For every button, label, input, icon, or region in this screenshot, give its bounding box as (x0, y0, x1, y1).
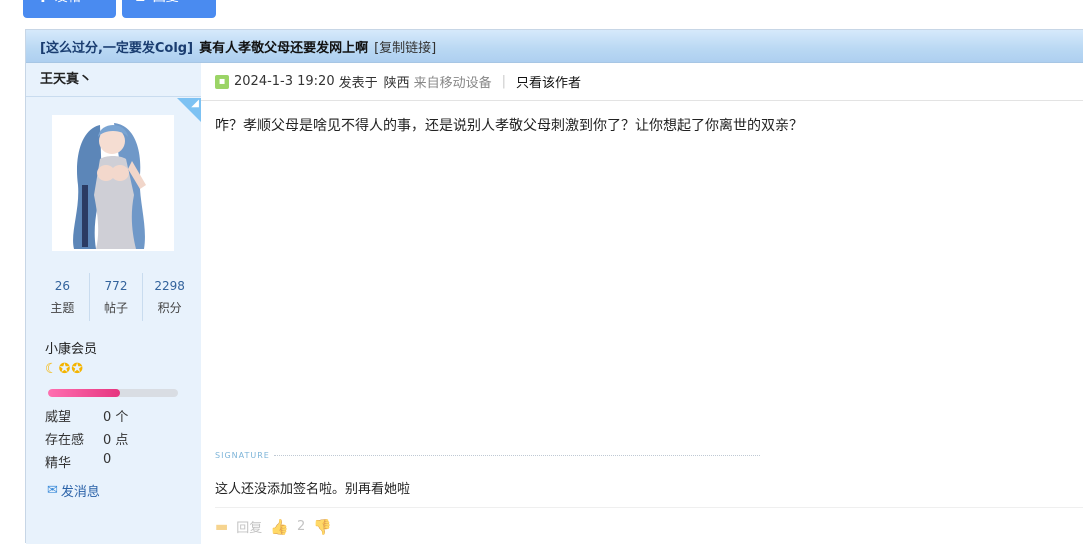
like-count: 2 (296, 519, 306, 534)
avatar[interactable] (52, 115, 174, 251)
prop-presence: 存在感 0 点 (45, 429, 128, 448)
thumb-up-icon[interactable]: 👍 (270, 518, 289, 536)
post-actions: ▬ 回复 👍 2 👎 (215, 507, 1083, 545)
signature-title: SIGNATURE (215, 451, 270, 460)
thread-category-tag[interactable]: [这么过分,一定要发Colg] (40, 37, 193, 56)
avatar-image (52, 115, 174, 251)
post-message: 咋？孝顺父母是啥见不得人的事，还是说别人孝敬父母刺激到你了？让你想起了你离世的双… (215, 118, 803, 134)
top-toolbar: ✚ 发帖 ▰ 回复 (0, 0, 1083, 24)
signature-header: SIGNATURE (215, 451, 760, 460)
stat-label: 积分 (157, 301, 182, 315)
star-icon: ✪ (58, 361, 71, 377)
author-sidebar: 王天真丶 ◢ 26 主题 772 帖子 2298 积分 小康会员 ☾ ✪ ✪ 威… (26, 63, 201, 544)
posted-at-label: 发表于 (338, 76, 378, 91)
thumb-down-icon[interactable]: 👎 (313, 518, 332, 536)
moon-icon: ☾ (45, 361, 58, 377)
prop-digest: 精华 0 (45, 452, 111, 471)
prop-prestige: 威望 0 个 (45, 406, 128, 425)
user-group[interactable]: 小康会员 (45, 338, 97, 357)
reply-button[interactable]: ▰ 回复 (122, 0, 216, 18)
online-status-icon: ▪ (215, 74, 229, 89)
level-stars: ☾ ✪ ✪ (45, 361, 83, 377)
reply-action[interactable]: 回复 (236, 517, 262, 536)
post-location: 陕西 (383, 76, 410, 91)
post-device: 来自移动设备 (413, 76, 492, 91)
send-message-label: 发消息 (60, 485, 100, 500)
thread-title-bar: [这么过分,一定要发Colg] 真有人孝敬父母还要发网上啊 [复制链接] (26, 30, 1083, 63)
stat-label: 帖子 (104, 301, 129, 315)
stat-credits[interactable]: 2298 积分 (143, 273, 196, 321)
prop-value: 0 个 (103, 410, 129, 425)
new-post-button[interactable]: ✚ 发帖 (23, 0, 116, 18)
thread-subject: 真有人孝敬父母还要发网上啊 (199, 40, 369, 56)
stat-threads[interactable]: 26 主题 (36, 273, 90, 321)
copy-link-button[interactable]: [复制链接] (374, 37, 436, 56)
post-content: ▪ 2024-1-3 19:20 发表于 陕西 来自移动设备 | 只看该作者 咋… (201, 63, 1083, 544)
level-progress-fill (48, 389, 120, 397)
stat-value: 26 (54, 279, 70, 293)
prop-label: 威望 (45, 410, 72, 425)
post-datetime: 2024-1-3 19:20 (234, 74, 335, 89)
plus-icon: ✚ (37, 0, 49, 16)
prop-value: 0 点 (103, 433, 129, 448)
stat-posts[interactable]: 772 帖子 (90, 273, 144, 321)
prop-label: 精华 (45, 456, 72, 471)
send-message-link[interactable]: ✉ 发消息 (47, 481, 100, 500)
level-progress-bar (48, 389, 178, 397)
reply-bubble-icon: ▬ (215, 518, 229, 535)
reply-icon: ▰ (136, 0, 147, 16)
star-icon: ✪ (71, 361, 84, 377)
stat-label: 主题 (50, 301, 75, 315)
post: 王天真丶 ◢ 26 主题 772 帖子 2298 积分 小康会员 ☾ ✪ ✪ 威… (26, 63, 1083, 544)
signature-divider (273, 455, 760, 456)
mail-icon: ✉ (47, 483, 58, 498)
meta-divider: | (501, 74, 507, 89)
reply-label: 回复 (153, 0, 179, 16)
stat-value: 2298 (154, 279, 185, 293)
post-meta: ▪ 2024-1-3 19:20 发表于 陕西 来自移动设备 | 只看该作者 (201, 63, 1083, 101)
thread-container: [这么过分,一定要发Colg] 真有人孝敬父母还要发网上啊 [复制链接] 王天真… (25, 29, 1083, 544)
android-icon: ◢ (191, 98, 199, 109)
new-post-label: 发帖 (55, 0, 81, 16)
prop-label: 存在感 (45, 433, 85, 448)
prop-value: 0 (103, 452, 112, 467)
stat-value: 772 (104, 279, 128, 293)
author-name[interactable]: 王天真丶 (26, 63, 201, 97)
signature-text: 这人还没添加签名啦。别再看她啦 (215, 482, 411, 497)
author-stats: 26 主题 772 帖子 2298 积分 (36, 273, 196, 321)
view-author-only-link[interactable]: 只看该作者 (516, 72, 581, 91)
